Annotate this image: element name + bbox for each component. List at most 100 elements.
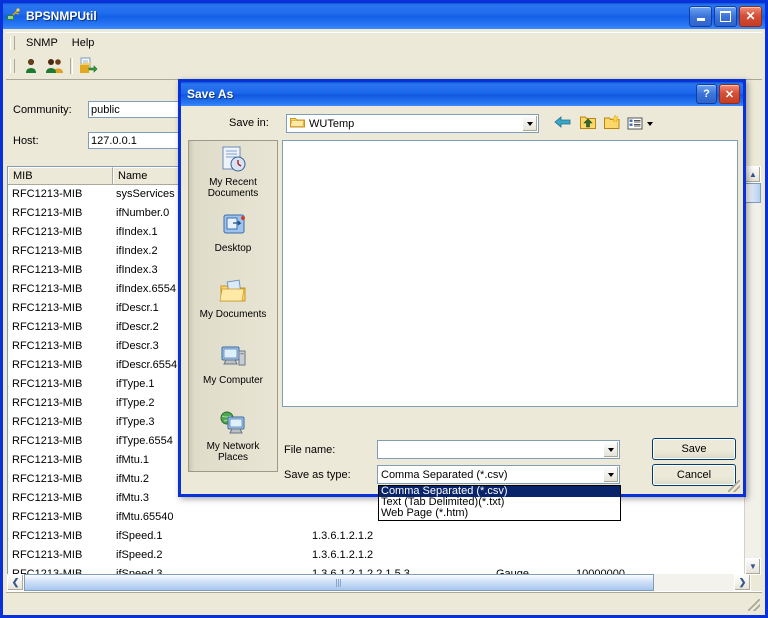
status-bar [6, 591, 762, 612]
cell-oid: 1.3.6.1.2.1.2 [312, 530, 374, 542]
maximize-button[interactable] [714, 5, 737, 27]
dropdown-option[interactable]: Web Page (*.htm) [379, 508, 620, 519]
resize-grip-icon[interactable] [748, 599, 760, 611]
menu-snmp[interactable]: SNMP [19, 35, 65, 51]
community-label: Community: [13, 104, 72, 116]
cell-mib: RFC1213-MIB [12, 492, 83, 504]
save-as-type-combo[interactable]: Comma Separated (*.csv) [377, 465, 620, 484]
place-my-recent-documents[interactable]: My Recent Documents [189, 141, 277, 207]
save-in-value: WUTemp [309, 117, 355, 130]
cancel-button[interactable]: Cancel [652, 464, 736, 486]
save-as-type-value: Comma Separated (*.csv) [381, 468, 508, 481]
cell-mib: RFC1213-MIB [12, 340, 83, 352]
cell-mib: RFC1213-MIB [12, 302, 83, 314]
close-icon: ✕ [745, 9, 756, 23]
places-bar: My RecentDocuments Desktop My Documents [188, 140, 278, 472]
help-button[interactable]: ? [696, 84, 717, 104]
place-desktop[interactable]: Desktop [189, 207, 277, 273]
minimize-button[interactable] [689, 5, 712, 27]
cell-name: ifSpeed.2 [116, 549, 163, 561]
dialog-close-button[interactable]: ✕ [719, 84, 740, 104]
scroll-up-button[interactable]: ▲ [745, 166, 761, 183]
cell-mib: RFC1213-MIB [12, 226, 83, 238]
my-documents-icon [219, 279, 246, 302]
scroll-down-button[interactable]: ▼ [745, 558, 761, 575]
caret-up-icon: ▲ [749, 170, 757, 179]
close-button[interactable]: ✕ [739, 5, 762, 27]
table-row[interactable]: RFC1213-MIB ifSpeed.1 1.3.6.1.2.1.2 [8, 527, 750, 546]
file-name-combo[interactable] [377, 440, 620, 459]
cell-name: ifMtu.65540 [116, 511, 174, 523]
chevron-down-icon [608, 472, 614, 477]
cell-mib: RFC1213-MIB [12, 321, 83, 333]
save-as-type-dropdown-list[interactable]: Comma Separated (*.csv) Text (Tab Delimit… [378, 485, 621, 521]
export-document-icon[interactable] [76, 55, 100, 77]
dialog-window-controls: ? ✕ [696, 84, 743, 104]
table-row[interactable]: RFC1213-MIB ifSpeed.2 1.3.6.1.2.1.2 [8, 546, 750, 565]
cell-mib: RFC1213-MIB [12, 188, 83, 200]
main-titlebar: BPSNMPUtil ✕ [3, 3, 765, 29]
cell-mib: RFC1213-MIB [12, 435, 83, 447]
cell-mib: RFC1213-MIB [12, 511, 83, 523]
dialog-titlebar: Save As ? ✕ [181, 82, 743, 106]
my-network-places-icon [220, 411, 245, 434]
host-label: Host: [13, 135, 39, 147]
back-arrow-icon[interactable] [553, 113, 573, 134]
place-label: My Documents [199, 309, 267, 320]
new-folder-icon[interactable] [603, 113, 621, 134]
save-as-dialog: Save As ? ✕ Save in: WUTemp My Recent Do… [178, 79, 746, 497]
place-label: My Network Places [206, 441, 260, 463]
cell-mib: RFC1213-MIB [12, 378, 83, 390]
main-window-title: BPSNMPUtil [26, 9, 97, 23]
cell-mib: RFC1213-MIB [12, 245, 83, 257]
scroll-left-button[interactable]: ❮ [7, 574, 24, 591]
desktop-icon [223, 214, 245, 234]
close-icon: ✕ [724, 88, 735, 101]
save-button[interactable]: Save [652, 438, 736, 460]
cell-mib: RFC1213-MIB [12, 359, 83, 371]
views-icon[interactable] [627, 116, 653, 132]
horizontal-scroll-track[interactable] [24, 574, 734, 591]
place-my-network-places[interactable]: My Network Places [189, 405, 277, 471]
vertical-scroll-thumb[interactable] [745, 183, 761, 203]
chevron-down-icon [527, 121, 533, 126]
question-mark-icon: ? [703, 88, 710, 100]
file-list[interactable] [282, 140, 738, 407]
place-my-computer[interactable]: My Computer [189, 339, 277, 405]
folder-icon [290, 116, 305, 131]
cell-mib: RFC1213-MIB [12, 530, 83, 542]
my-computer-icon [221, 346, 246, 366]
save-in-label: Save in: [229, 117, 269, 129]
scroll-thumb-grip-icon [336, 578, 342, 587]
host-row: Host: [13, 135, 39, 147]
cell-mib: RFC1213-MIB [12, 264, 83, 276]
snmp-app-icon [6, 8, 22, 24]
up-one-level-icon[interactable] [579, 113, 597, 134]
single-agent-icon[interactable] [19, 55, 43, 77]
column-header-mib[interactable]: MIB [8, 167, 113, 184]
horizontal-scroll-thumb[interactable] [24, 574, 654, 591]
vertical-scrollbar[interactable]: ▲ ▼ [744, 166, 761, 575]
file-name-dropdown-arrow[interactable] [603, 441, 619, 458]
scroll-right-button[interactable]: ❯ [734, 574, 751, 591]
dialog-resize-grip-icon[interactable] [728, 480, 740, 492]
cell-mib: RFC1213-MIB [12, 549, 83, 561]
menu-bar: SNMP Help [6, 32, 762, 54]
views-chevron-down-icon [647, 121, 653, 126]
menu-help[interactable]: Help [65, 35, 102, 51]
tool-bar [6, 53, 762, 80]
save-in-combo[interactable]: WUTemp [286, 114, 539, 133]
save-as-type-dropdown-arrow[interactable] [603, 466, 619, 483]
place-label: My Computer [202, 375, 263, 386]
horizontal-scrollbar[interactable]: ❮ ❯ [7, 574, 751, 591]
save-in-dropdown-arrow[interactable] [522, 115, 538, 132]
place-my-documents[interactable]: My Documents [189, 273, 277, 339]
file-name-label: File name: [284, 444, 336, 456]
cell-mib: RFC1213-MIB [12, 283, 83, 295]
dialog-title: Save As [187, 87, 234, 101]
cell-name: ifSpeed.1 [116, 530, 163, 542]
caret-right-icon: ❯ [738, 577, 747, 587]
toolbar-separator [70, 58, 73, 74]
cell-mib: RFC1213-MIB [12, 416, 83, 428]
multi-agent-icon[interactable] [43, 55, 67, 77]
